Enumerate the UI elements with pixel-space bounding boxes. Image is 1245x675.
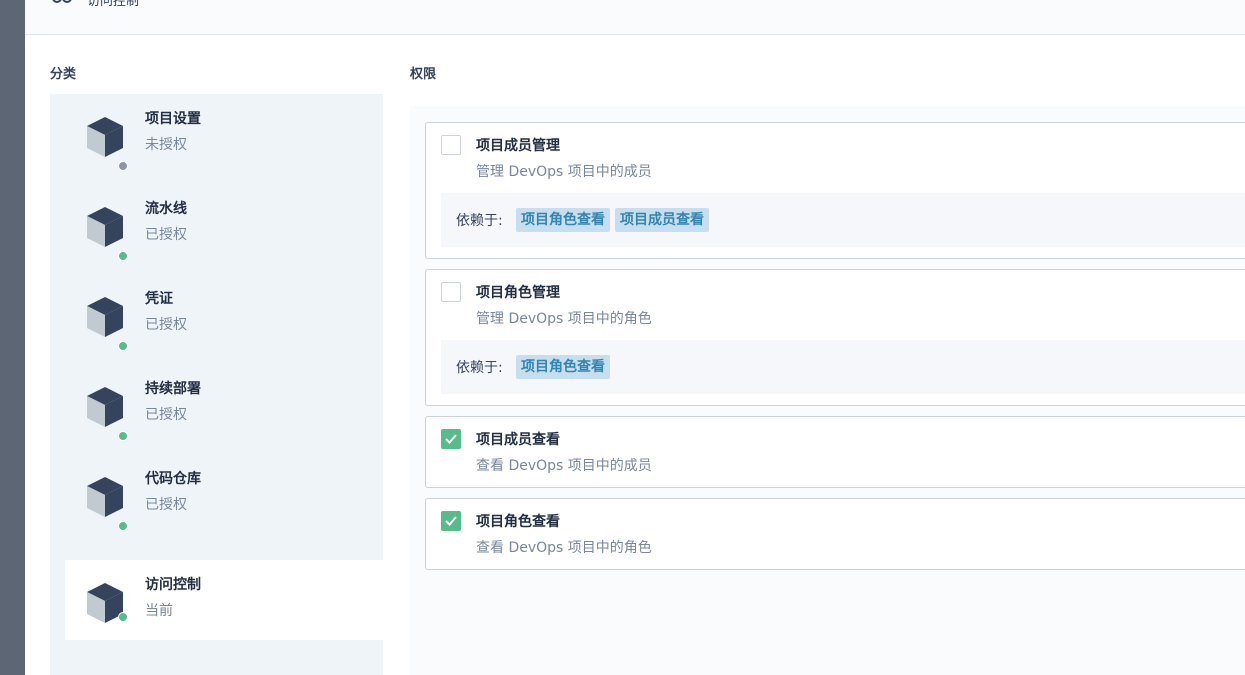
permission-description: 管理 DevOps 项目中的角色 (476, 311, 652, 327)
categories-heading: 分类 (50, 67, 77, 82)
devops-logo-icon (52, 0, 72, 3)
cube-icon (87, 117, 123, 157)
permission-card-member-manage: 项目成员管理 管理 DevOps 项目中的成员 依赖于: 项目角色查看 项目成员… (425, 122, 1245, 259)
category-status: 已授权 (145, 227, 187, 243)
dependency-tag[interactable]: 项目角色查看 (516, 355, 610, 379)
dependency-row: 依赖于: 项目角色查看 (441, 340, 1245, 394)
permission-card-member-view: 项目成员查看 查看 DevOps 项目中的成员 (425, 416, 1245, 488)
dependency-tag[interactable]: 项目角色查看 (516, 208, 610, 232)
permission-title: 项目角色查看 (476, 514, 560, 530)
app-sidebar-strip (0, 0, 25, 675)
status-dot-icon (118, 341, 128, 351)
category-name: 凭证 (145, 291, 173, 307)
status-dot-icon (118, 161, 128, 171)
permission-checkbox[interactable] (441, 282, 461, 302)
category-item-continuous-deployment[interactable]: 持续部署 已授权 (65, 364, 383, 444)
permissions-heading: 权限 (410, 67, 437, 82)
permission-checkbox[interactable] (441, 429, 461, 449)
category-item-credentials[interactable]: 凭证 已授权 (65, 274, 383, 354)
status-dot-icon (118, 612, 128, 622)
dependency-label: 依赖于: (456, 360, 503, 376)
category-item-code-repository[interactable]: 代码仓库 已授权 (65, 454, 383, 534)
cube-icon (87, 297, 123, 337)
modal-header: 访问控制 (25, 0, 1245, 35)
status-dot-icon (118, 251, 128, 261)
category-name: 持续部署 (145, 381, 201, 397)
category-status: 已授权 (145, 317, 187, 333)
cube-icon (87, 477, 123, 517)
cube-icon (87, 387, 123, 427)
permission-card-role-manage: 项目角色管理 管理 DevOps 项目中的角色 依赖于: 项目角色查看 (425, 269, 1245, 406)
permission-description: 管理 DevOps 项目中的成员 (476, 164, 652, 180)
permission-checkbox[interactable] (441, 135, 461, 155)
permission-list: 项目成员管理 管理 DevOps 项目中的成员 依赖于: 项目角色查看 项目成员… (410, 106, 1245, 675)
category-name: 项目设置 (145, 111, 201, 127)
category-name: 访问控制 (145, 577, 201, 593)
status-dot-icon (118, 521, 128, 531)
category-name: 代码仓库 (145, 471, 201, 487)
category-item-pipeline[interactable]: 流水线 已授权 (65, 184, 383, 264)
permission-title: 项目角色管理 (476, 285, 560, 301)
category-status: 未授权 (145, 137, 187, 153)
category-name: 流水线 (145, 201, 187, 217)
check-icon (445, 434, 457, 444)
permission-description: 查看 DevOps 项目中的角色 (476, 540, 652, 556)
category-status: 已授权 (145, 497, 187, 513)
permission-card-role-view: 项目角色查看 查看 DevOps 项目中的角色 (425, 498, 1245, 570)
permission-description: 查看 DevOps 项目中的成员 (476, 458, 652, 474)
cube-icon (87, 207, 123, 247)
dependency-row: 依赖于: 项目角色查看 项目成员查看 (441, 193, 1245, 247)
permission-title: 项目成员管理 (476, 138, 560, 154)
permission-title: 项目成员查看 (476, 432, 560, 448)
modal-title: 访问控制 (87, 0, 140, 9)
category-status: 已授权 (145, 407, 187, 423)
category-item-project-settings[interactable]: 项目设置 未授权 (65, 94, 383, 174)
dependency-tag[interactable]: 项目成员查看 (615, 208, 709, 232)
permission-editor-panel: 访问控制 分类 权限 项目设置 未授权 流水线 已授权 凭证 已授权 持续部署 … (25, 0, 1245, 675)
check-icon (445, 516, 457, 526)
dependency-label: 依赖于: (456, 213, 503, 229)
status-dot-icon (118, 431, 128, 441)
permission-checkbox[interactable] (441, 511, 461, 531)
category-list: 项目设置 未授权 流水线 已授权 凭证 已授权 持续部署 已授权 代码仓库 已授… (50, 94, 383, 675)
category-item-access-control[interactable]: 访问控制 当前 (65, 560, 383, 640)
category-status: 当前 (145, 603, 173, 619)
